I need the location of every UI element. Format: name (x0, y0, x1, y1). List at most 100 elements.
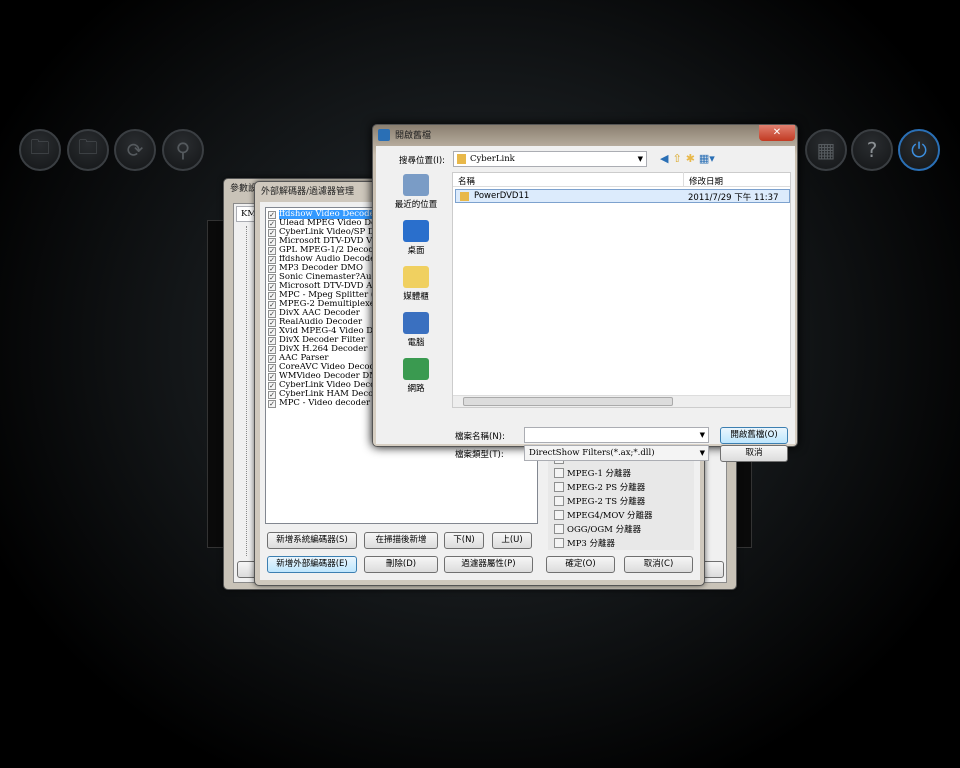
filter-checkbox[interactable]: ✓ (268, 246, 276, 255)
place-computer[interactable]: 電腦 (378, 312, 454, 348)
filter-item-label: DivX AAC Decoder (279, 309, 360, 318)
filter-item-label: DivX Decoder Filter (279, 336, 365, 345)
look-in-value: CyberLink (470, 154, 515, 164)
refresh-icon: ⟳ (126, 138, 144, 162)
place-network[interactable]: 網路 (378, 358, 454, 394)
filter-item-label: CoreAVC Video Decoder (279, 363, 385, 372)
app-icon (378, 129, 390, 141)
place-label: 網路 (407, 384, 425, 394)
down-button[interactable]: 下(N) (444, 532, 484, 549)
open-file-dialog: 開啟舊檔 ✕ 搜尋位置(I): CyberLink ▼ ◀ ⇧ ✱ ▦▾ 最近的位置 桌面… (372, 124, 798, 462)
add-folder-icon: 🗀 (30, 135, 50, 159)
splitter-label: MPEG-2 TS 分離器 (567, 496, 646, 507)
column-modified[interactable]: 修改日期 (683, 172, 723, 187)
filter-checkbox[interactable]: ✓ (268, 381, 276, 390)
place-label: 最近的位置 (394, 200, 438, 210)
close-button[interactable]: ✕ (759, 125, 795, 141)
open-cancel-button[interactable]: 取消 (720, 445, 788, 462)
open-dialog-title: 開啟舊檔 (395, 131, 432, 141)
filter-checkbox[interactable]: ✓ (268, 318, 276, 327)
open-button[interactable]: 開啟舊檔(O) (720, 427, 788, 444)
grid-view-button[interactable]: ▦ (805, 129, 847, 171)
search-button[interactable]: ⚲ (162, 129, 204, 171)
network-icon (403, 358, 429, 380)
column-name[interactable]: 名稱 (458, 175, 475, 187)
filter-item-label: MPC - Video decoder (279, 399, 371, 408)
filename-input[interactable]: ▼ (524, 427, 709, 443)
file-row[interactable]: PowerDVD11 2011/7/29 下午 11:37 (455, 189, 790, 203)
refresh-button[interactable]: ⟳ (114, 129, 156, 171)
filter-checkbox[interactable]: ✓ (268, 282, 276, 291)
new-folder-icon[interactable]: ✱ (686, 152, 695, 165)
filter-checkbox[interactable]: ✓ (268, 363, 276, 372)
splitter-label: MPEG-1 分離器 (567, 468, 632, 479)
settings-button-right[interactable] (702, 561, 724, 578)
place-label: 媒體櫃 (403, 292, 429, 302)
splitter-label: OGG/OGM 分離器 (567, 524, 642, 535)
filter-checkbox[interactable]: ✓ (268, 336, 276, 345)
back-icon[interactable]: ◀ (660, 152, 668, 165)
filter-checkbox[interactable]: ✓ (268, 273, 276, 282)
splitter-checkbox[interactable]: MPEG-2 TS 分離器 (554, 494, 645, 507)
close-icon: ✕ (772, 127, 782, 138)
look-in-dropdown[interactable]: CyberLink ▼ (453, 151, 647, 167)
libraries-icon (403, 266, 429, 288)
grid-view-icon: ▦ (816, 138, 836, 162)
filter-checkbox[interactable]: ✓ (268, 255, 276, 264)
filter-checkbox[interactable]: ✓ (268, 327, 276, 336)
filter-properties-button[interactable]: 過濾器屬性(P) (444, 556, 533, 573)
help-button[interactable]: ? (851, 129, 893, 171)
splitter-group: ✓VC-1 MPEG-1 分離器MPEG-2 PS 分離器MPEG-2 TS 分… (548, 452, 694, 550)
place-label: 桌面 (407, 246, 425, 256)
place-desktop[interactable]: 桌面 (378, 220, 454, 256)
filetype-dropdown[interactable]: DirectShow Filters(*.ax;*.dll) ▼ (524, 445, 709, 461)
splitter-checkbox[interactable]: MPEG-1 分離器 (554, 466, 631, 479)
desktop-icon (403, 220, 429, 242)
view-menu-icon[interactable]: ▦▾ (699, 152, 715, 165)
file-modified: 2011/7/29 下午 11:37 (688, 193, 779, 203)
filter-checkbox[interactable]: ✓ (268, 210, 276, 219)
filter-checkbox[interactable]: ✓ (268, 219, 276, 228)
add-system-decoder-button[interactable]: 新增系統編碼器(S) (267, 532, 357, 549)
filter-checkbox[interactable]: ✓ (268, 390, 276, 399)
filter-checkbox[interactable]: ✓ (268, 228, 276, 237)
filter-checkbox[interactable]: ✓ (268, 237, 276, 246)
filter-checkbox[interactable]: ✓ (268, 354, 276, 363)
file-list[interactable]: 名稱 修改日期 PowerDVD11 2011/7/29 下午 11:37 (452, 172, 791, 408)
up-button[interactable]: 上(U) (492, 532, 532, 549)
filter-item-label: RealAudio Decoder (279, 318, 363, 327)
remove-folder-button[interactable]: 🗀 (67, 129, 109, 171)
splitter-checkbox[interactable]: MPEG-2 PS 分離器 (554, 480, 645, 493)
search-icon: ⚲ (175, 138, 191, 162)
filter-item-label: DivX H.264 Decoder (279, 345, 368, 354)
cancel-button[interactable]: 取消(C) (624, 556, 693, 573)
add-external-decoder-button[interactable]: 新增外部編碼器(E) (267, 556, 357, 573)
scrollbar-thumb[interactable] (463, 397, 673, 406)
filter-checkbox[interactable]: ✓ (268, 291, 276, 300)
recent-places-icon (403, 174, 429, 196)
splitter-checkbox[interactable]: MP3 分離器 (554, 536, 615, 549)
filter-item-label: ffdshow Video Decoder (279, 210, 379, 219)
power-button[interactable]: ⏻ (898, 129, 940, 171)
add-after-scan-button[interactable]: 在掃描後新增 (364, 532, 438, 549)
filter-checkbox[interactable]: ✓ (268, 309, 276, 318)
filter-checkbox[interactable]: ✓ (268, 372, 276, 381)
horizontal-scrollbar[interactable] (453, 395, 790, 407)
place-label: 電腦 (407, 338, 425, 348)
place-libraries[interactable]: 媒體櫃 (378, 266, 454, 302)
filter-checkbox[interactable]: ✓ (268, 264, 276, 273)
delete-button[interactable]: 刪除(D) (364, 556, 438, 573)
filter-item-label: GPL MPEG-1/2 Decoder (279, 246, 383, 255)
filter-item-label: ffdshow Audio Decoder (279, 255, 380, 264)
chevron-down-icon: ▼ (699, 431, 705, 439)
filter-checkbox[interactable]: ✓ (268, 300, 276, 309)
add-folder-button[interactable]: 🗀 (19, 129, 61, 171)
splitter-checkbox[interactable]: OGG/OGM 分離器 (554, 522, 641, 535)
ok-button[interactable]: 確定(O) (546, 556, 615, 573)
place-recent-places[interactable]: 最近的位置 (378, 174, 454, 210)
splitter-checkbox[interactable]: MPEG4/MOV 分離器 (554, 508, 653, 521)
filter-checkbox[interactable]: ✓ (268, 399, 276, 408)
filter-checkbox[interactable]: ✓ (268, 345, 276, 354)
filter-item-label: WMVideo Decoder DMO (279, 372, 385, 381)
up-folder-icon[interactable]: ⇧ (672, 152, 681, 165)
